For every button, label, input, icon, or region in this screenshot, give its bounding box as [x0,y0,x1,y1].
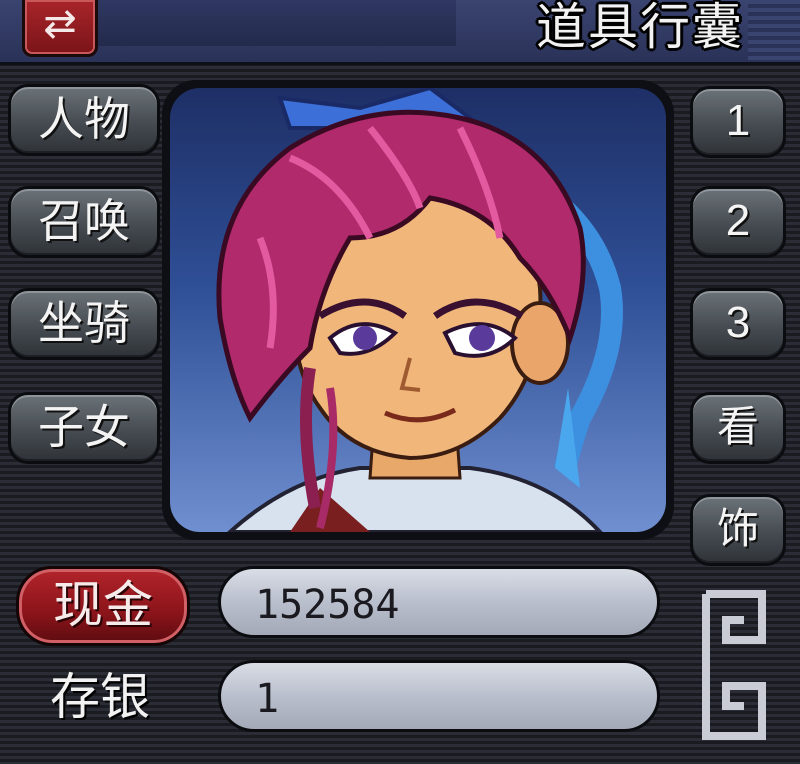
header-decoration [748,0,800,62]
swap-button[interactable]: ⇄ [22,0,98,57]
tab-summon[interactable]: 召唤 [8,186,160,258]
cash-value-field: 152584 [218,566,660,638]
bank-value-field: 1 [218,660,660,732]
cash-label-button[interactable]: 现金 [16,566,190,646]
page-title: 道具行囊 [536,0,744,56]
swap-icon: ⇄ [43,1,77,47]
tab-children[interactable]: 子女 [8,392,160,464]
scroll-ornament-icon [702,590,766,740]
view-button[interactable]: 看 [690,392,786,464]
page-1-button[interactable]: 1 [690,86,786,158]
page-3-button[interactable]: 3 [690,288,786,360]
bank-label: 存银 [50,668,150,726]
header-notch [96,0,456,46]
tab-mount[interactable]: 坐骑 [8,288,160,360]
character-portrait [170,88,666,532]
page-2-button[interactable]: 2 [690,186,786,258]
accessory-button[interactable]: 饰 [690,494,786,566]
tab-character[interactable]: 人物 [8,84,160,156]
